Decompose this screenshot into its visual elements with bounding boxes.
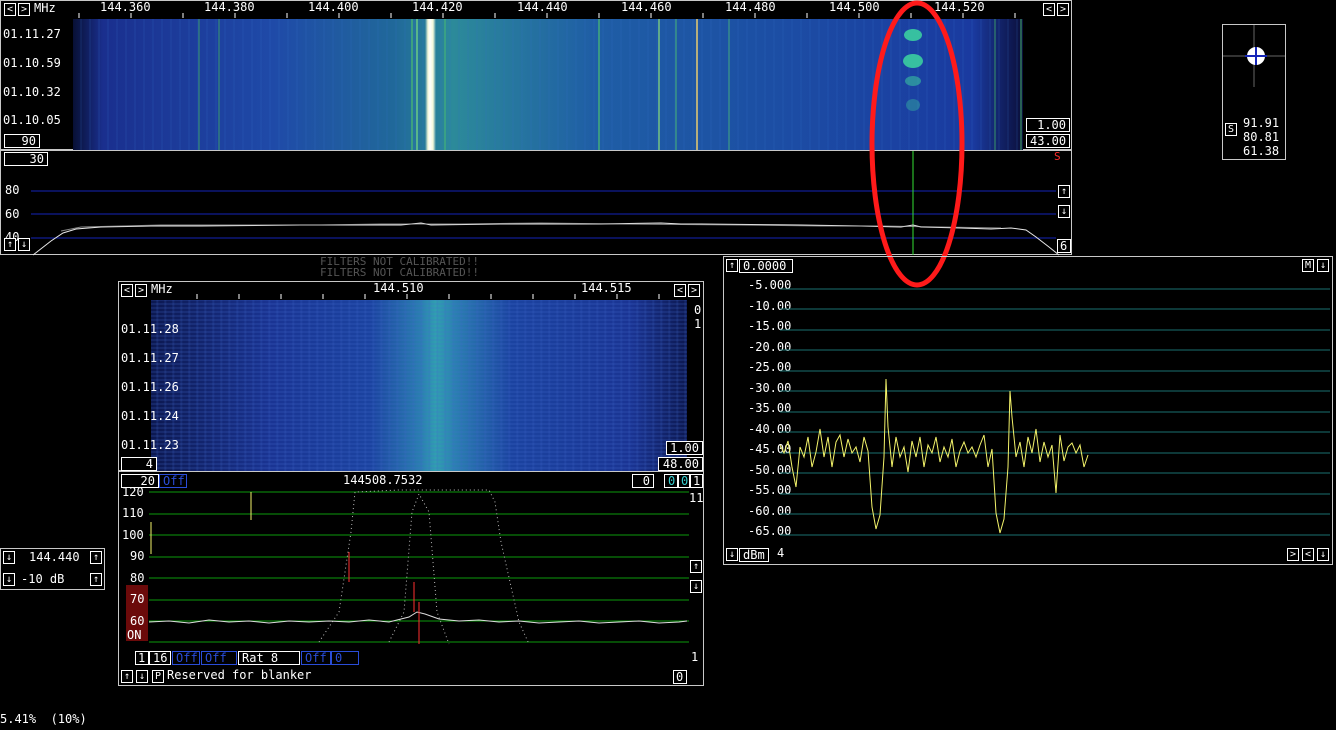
off-box-1[interactable]: Off [172,651,200,665]
gain-box[interactable]: 1.00 [666,441,703,455]
spectrum-up-button[interactable]: ↑ [1058,185,1070,198]
status-right-box[interactable]: 0 [673,670,687,684]
time-label: 01.11.24 [121,409,179,423]
fft2-waterfall-panel: < > MHz 144.510 144.515 < > 01.11.28 01.… [118,281,704,471]
right-marker: 0 [694,303,702,317]
main-spectrum-panel: 30 S 80 60 40 ↑ ↓ ↑ ↓ 6 [0,150,1072,256]
control-box-1[interactable]: 1 [135,651,149,665]
smeter-dot [1223,25,1285,87]
avg-box[interactable]: 4 [121,457,157,471]
p-button[interactable]: P [152,670,164,683]
scroll-right-button[interactable]: > [688,284,700,297]
level-plot[interactable] [724,257,1332,557]
zero-box[interactable]: 48.00 [658,457,703,471]
time-label: 01.11.27 [121,351,179,365]
side-frequency: 144.440 [29,550,80,564]
right-marker: 1 [694,317,702,331]
cpu-load-status: 5.41% (10%) [0,712,87,726]
level-left-button[interactable]: < [1302,548,1314,561]
time-label: 01.10.59 [3,56,61,70]
time-label: 01.11.26 [121,380,179,394]
time-label: 01.10.32 [3,85,61,99]
baseband-panel: 20 Off 144508.7532 0 0 0 1 11 120 110 10… [118,471,704,686]
status-text: Reserved for blanker [167,668,312,682]
spectrum-up-button[interactable]: ↑ [4,238,16,251]
off-box-2[interactable]: Off [201,651,237,665]
rat-box[interactable]: Rat 8 [238,651,300,665]
baseband-down-button[interactable]: ↓ [690,580,702,593]
smeter-value: 91.91 [1243,116,1280,130]
control-box-16[interactable]: 16 [149,651,171,665]
status-up-button[interactable]: ↑ [121,670,133,683]
baseband-up-button[interactable]: ↑ [690,560,702,573]
time-label: 01.11.23 [121,438,179,452]
s-button[interactable]: S [1225,123,1237,136]
unit-box[interactable]: dBm [739,548,769,562]
gain-box[interactable]: 1.00 [1026,118,1070,132]
freq-down-button[interactable]: ↓ [3,551,15,564]
time-label: 01.10.05 [3,113,61,127]
avg-box[interactable]: 90 [4,134,40,148]
smeter-panel: S 91.91 80.81 61.38 [1222,24,1286,160]
fft2-waterfall-image[interactable] [151,300,687,471]
blank-box[interactable]: 0 [331,651,359,665]
time-label: 01.11.27 [3,27,61,41]
freq-scale-ticks [78,13,1016,18]
smeter-value: 80.81 [1243,130,1280,144]
unit-number: 4 [777,546,785,560]
gain-up-button[interactable]: ↑ [90,573,102,586]
freq-up-button[interactable]: ↑ [90,551,102,564]
unit-down-button[interactable]: ↓ [726,548,738,561]
main-waterfall-panel: < > MHz 144.360 144.380 144.400 144.420 … [0,0,1072,150]
level-right-button[interactable]: > [1287,548,1299,561]
side-gain: -10 dB [21,572,65,586]
gain-down-button[interactable]: ↓ [3,573,15,586]
baseband-plot[interactable] [119,472,703,647]
level-graph-panel: ↑ 0.0000 M ↓ -5.000 -10.00 -15.00 -20.00… [723,256,1333,565]
side-freq-panel: ↓ 144.440 ↑ ↓ -10 dB ↑ [0,548,105,590]
waterfall-carriers [198,19,1022,150]
scroll-left-button[interactable]: < [674,284,686,297]
smeter-value: 61.38 [1243,144,1280,158]
filters-warning: FILTERS NOT CALIBRATED!! [320,266,479,279]
bottom-right-label: 1 [691,650,699,664]
status-down-button[interactable]: ↓ [136,670,148,683]
spectrum-down-button[interactable]: ↓ [1058,205,1070,218]
scroll-right-button[interactable]: > [1057,3,1069,16]
scroll-left-button[interactable]: < [1043,3,1055,16]
time-label: 01.11.28 [121,322,179,336]
zero-box[interactable]: 43.00 [1026,134,1070,148]
right-box[interactable]: 6 [1057,239,1071,253]
fft2-scale-ticks [196,294,660,299]
spectrum-down-button[interactable]: ↓ [18,238,30,251]
off-box-3[interactable]: Off [301,651,331,665]
main-spectrum-plot[interactable] [1,151,1071,256]
level-down2-button[interactable]: ↓ [1317,548,1329,561]
